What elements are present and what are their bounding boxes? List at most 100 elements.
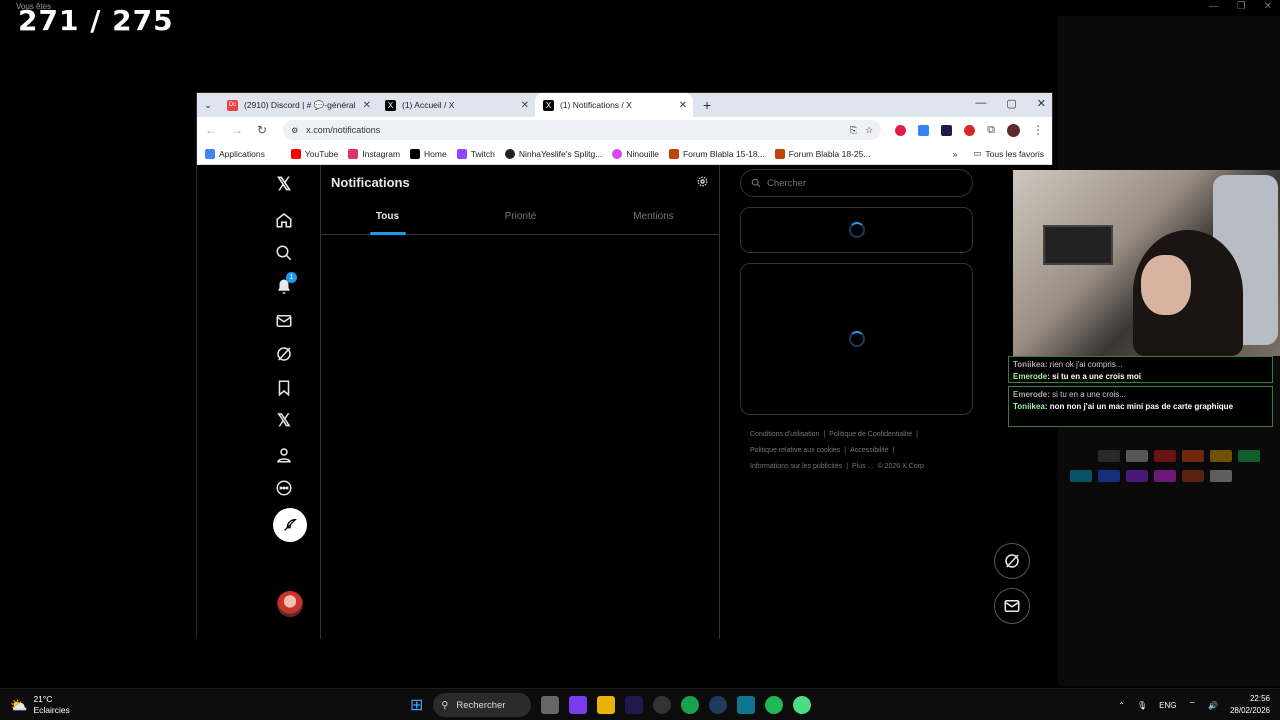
tab-discord[interactable]: Dc (2910) Discord | # 💬-général | ✕ bbox=[219, 93, 377, 117]
opera-extension-icon[interactable] bbox=[895, 124, 907, 136]
more-bookmarks-icon[interactable]: » bbox=[953, 149, 958, 159]
x-favicon-icon: X bbox=[385, 99, 396, 111]
tab-tous[interactable]: Tous bbox=[321, 203, 454, 235]
jvc-icon bbox=[774, 148, 785, 159]
audio-extension-icon[interactable] bbox=[918, 124, 930, 136]
windows-start-icon[interactable]: ⊞ bbox=[410, 695, 423, 715]
account-avatar[interactable] bbox=[277, 591, 303, 617]
x-logo-icon[interactable]: 𝕏 bbox=[273, 173, 295, 195]
ads-info-link[interactable]: Informations sur les publicités bbox=[750, 463, 842, 470]
more-link[interactable]: Plus ... bbox=[852, 463, 873, 470]
more-options-icon[interactable] bbox=[273, 477, 295, 499]
grok-float-button[interactable] bbox=[994, 543, 1030, 579]
wifi-icon[interactable]: ⌔ bbox=[1188, 700, 1196, 710]
tray-overflow-icon[interactable]: ⌃ bbox=[1118, 701, 1125, 710]
new-tab-button[interactable]: + bbox=[703, 97, 711, 113]
instagram-icon bbox=[348, 148, 359, 159]
all-favorites-folder[interactable]: ▭ Tous les favoris bbox=[973, 148, 1044, 159]
tab-mentions[interactable]: Mentions bbox=[587, 203, 720, 234]
weather-widget[interactable]: ⛅ 21°C Eclaircies bbox=[10, 694, 70, 716]
youtube-icon bbox=[290, 148, 301, 159]
maximize-button[interactable]: ▢ bbox=[1006, 97, 1016, 110]
bookmark-forum-15-18[interactable]: Forum Blabla 15-18... bbox=[668, 148, 765, 159]
tab-search-icon[interactable]: ⌄ bbox=[197, 100, 219, 111]
profile-icon[interactable] bbox=[273, 444, 295, 466]
grok-icon[interactable] bbox=[273, 343, 295, 365]
tab-accueil[interactable]: X (1) Accueil / X ✕ bbox=[377, 93, 535, 117]
apps-grid-icon bbox=[205, 148, 215, 159]
close-window-button[interactable]: ✕ bbox=[1037, 97, 1046, 110]
language-indicator[interactable]: ENG bbox=[1159, 701, 1176, 710]
search-icon bbox=[751, 178, 761, 188]
tab-priorite[interactable]: Priorité bbox=[454, 203, 587, 234]
bookmark-twitch[interactable]: Twitch bbox=[456, 148, 495, 159]
chat-user: Toniikea bbox=[1013, 402, 1045, 411]
steam-icon[interactable] bbox=[709, 696, 728, 714]
premiere-icon[interactable] bbox=[625, 696, 644, 714]
notification-tabs: Tous Priorité Mentions bbox=[321, 203, 720, 235]
search-icon[interactable] bbox=[273, 242, 295, 264]
reply-user: Toniikea: bbox=[1013, 360, 1048, 369]
omnibox[interactable]: ⚙ x.com/notifications ⎘ ☆ bbox=[283, 120, 882, 140]
dark-extension-icon[interactable] bbox=[941, 124, 953, 136]
install-icon[interactable]: ⎘ bbox=[850, 125, 857, 136]
accessibility-link[interactable]: Accessibilité bbox=[850, 447, 889, 454]
close-tab-icon[interactable]: ✕ bbox=[363, 100, 371, 111]
tab-notifications[interactable]: X (1) Notifications / X ✕ bbox=[535, 93, 693, 117]
window-controls: — ▢ ✕ bbox=[975, 97, 1046, 110]
clock[interactable]: 22:56 28/02/2026 bbox=[1230, 693, 1270, 717]
settings-gear-icon[interactable] bbox=[696, 175, 709, 193]
red-extension-icon[interactable] bbox=[964, 124, 976, 136]
address-bar-row: ← → ↻ ⚙ x.com/notifications ⎘ ☆ ⧉ ⋮ bbox=[197, 117, 1052, 143]
close-tab-icon[interactable]: ✕ bbox=[679, 100, 687, 111]
minimize-button[interactable]: — bbox=[975, 97, 986, 110]
file-explorer-icon[interactable] bbox=[597, 696, 616, 714]
terms-link[interactable]: Conditions d'utilisation bbox=[750, 431, 819, 438]
spotify-icon[interactable] bbox=[765, 696, 784, 714]
taskbar-search[interactable]: ⚲ Rechercher bbox=[433, 693, 532, 717]
search-input[interactable]: Chercher bbox=[740, 169, 973, 197]
bookmark-applications[interactable]: Applications bbox=[205, 148, 265, 159]
home-icon[interactable] bbox=[273, 209, 295, 231]
loading-spinner-icon bbox=[848, 222, 865, 238]
cookies-link[interactable]: Politique relative aux cookies bbox=[750, 447, 840, 454]
loading-card-premium bbox=[740, 207, 973, 253]
bookmark-instagram[interactable]: Instagram bbox=[348, 148, 400, 159]
folder-icon: ▭ bbox=[973, 148, 982, 158]
messages-icon[interactable] bbox=[273, 310, 295, 332]
green-app-icon[interactable] bbox=[793, 696, 812, 714]
extensions-puzzle-icon[interactable]: ⧉ bbox=[987, 124, 995, 137]
more-menu-icon[interactable]: ⋮ bbox=[1032, 123, 1044, 137]
star-icon[interactable]: ☆ bbox=[865, 125, 873, 136]
profile-avatar-icon[interactable] bbox=[1007, 123, 1020, 137]
bookmarks-icon[interactable] bbox=[273, 377, 295, 399]
site-info-icon[interactable]: ⚙ bbox=[291, 126, 298, 135]
privacy-link[interactable]: Politique de Confidentialité bbox=[829, 431, 912, 438]
chrome-icon[interactable] bbox=[681, 696, 700, 714]
reload-icon[interactable]: ↻ bbox=[257, 123, 267, 137]
search-icon: ⚲ bbox=[441, 699, 449, 711]
compose-post-button[interactable] bbox=[273, 508, 307, 542]
discord-favicon-icon: Dc bbox=[227, 99, 238, 111]
notifications-bell-icon[interactable]: 1 bbox=[273, 272, 297, 298]
bookmark-home[interactable]: Home bbox=[410, 148, 447, 159]
bookmark-youtube[interactable]: YouTube bbox=[290, 148, 338, 159]
bookmark-forum-18-25[interactable]: Forum Blabla 18-25... bbox=[774, 148, 870, 159]
close-tab-icon[interactable]: ✕ bbox=[521, 100, 529, 111]
forward-icon[interactable]: → bbox=[231, 123, 243, 137]
obs-icon[interactable] bbox=[653, 696, 672, 714]
bookmark-splitgate[interactable]: NinhaYeslife's Splitg... bbox=[504, 148, 602, 159]
widgets-icon[interactable] bbox=[569, 696, 588, 714]
volume-icon[interactable]: 🔊 bbox=[1208, 701, 1218, 710]
bookmark-ninouille[interactable]: Ninouille bbox=[612, 148, 659, 159]
mic-icon[interactable]: 🎙 bbox=[1137, 701, 1147, 710]
premium-x-icon[interactable]: 𝕏 bbox=[273, 410, 295, 432]
task-view-icon[interactable] bbox=[541, 696, 560, 714]
url-text[interactable]: x.com/notifications bbox=[306, 125, 380, 135]
jvc-icon bbox=[668, 148, 679, 159]
app-icon[interactable] bbox=[737, 696, 756, 714]
tab-bar: ⌄ Dc (2910) Discord | # 💬-général | ✕ X … bbox=[197, 93, 1052, 117]
back-icon[interactable]: ← bbox=[205, 123, 217, 137]
messages-float-button[interactable] bbox=[994, 588, 1030, 624]
grok-icon bbox=[1005, 554, 1019, 568]
